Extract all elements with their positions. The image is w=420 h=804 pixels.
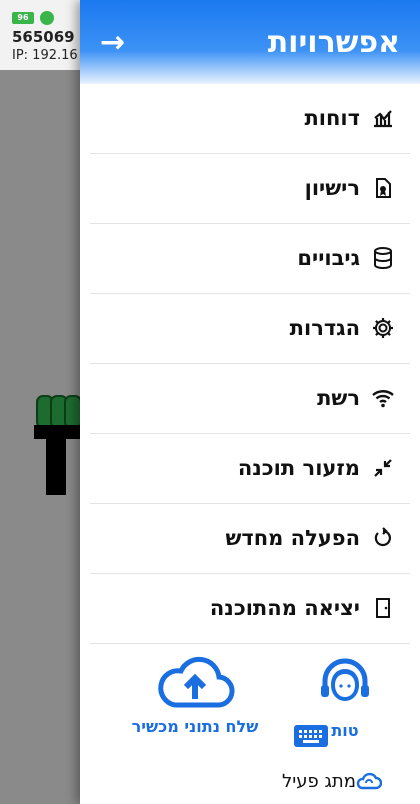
support-label: טות [331, 721, 359, 740]
menu-item-label: הגדרות [289, 316, 360, 340]
active-switch-label: מתג פעיל [282, 770, 356, 792]
background-status-area: 96 565069 IP: 192.16 [0, 0, 80, 70]
drawer-actions: שלח נתוני מכשיר טות [80, 655, 420, 755]
reports-chart-icon [370, 105, 396, 131]
app-logo [34, 395, 82, 497]
device-id-text: 565069 [12, 28, 75, 46]
cloud-upload-icon [158, 656, 235, 708]
exit-icon [370, 595, 396, 621]
options-menu: דוחות רישיון גיבויים הגדרות רשת מזעור תו… [80, 84, 420, 644]
database-backup-icon [370, 245, 396, 271]
support-button[interactable]: טות [290, 655, 400, 747]
drawer-header: אפשרויות → [80, 0, 420, 84]
menu-item-license[interactable]: רישיון [90, 154, 410, 224]
menu-item-label: רישיון [304, 176, 360, 200]
cloud-sync-icon [356, 772, 382, 790]
menu-item-label: יציאה מהתוכנה [209, 596, 360, 620]
back-arrow-icon[interactable]: → [100, 25, 125, 60]
gear-icon [370, 315, 396, 341]
ip-text: IP: 192.16 [12, 48, 78, 63]
send-device-data-button[interactable]: שלח נתוני מכשיר [120, 655, 270, 736]
active-switch-status: מתג פעיל [272, 770, 382, 792]
menu-item-settings[interactable]: הגדרות [90, 294, 410, 364]
minimize-icon [370, 455, 396, 481]
menu-item-minimize[interactable]: מזעור תוכנה [90, 434, 410, 504]
keyboard-icon[interactable] [294, 725, 328, 747]
restart-icon [370, 525, 396, 551]
options-drawer: אפשרויות → דוחות רישיון גיבויים הגדרות ר… [80, 0, 420, 804]
menu-item-exit[interactable]: יציאה מהתוכנה [90, 574, 410, 644]
menu-item-label: גיבויים [297, 246, 360, 270]
menu-item-reports[interactable]: דוחות [90, 84, 410, 154]
support-agent-icon [321, 658, 369, 701]
menu-item-backups[interactable]: גיבויים [90, 224, 410, 294]
drawer-title: אפשרויות [267, 24, 400, 60]
globe-icon [40, 11, 54, 25]
menu-item-label: מזעור תוכנה [237, 456, 360, 480]
license-document-icon [370, 175, 396, 201]
logo-stem [46, 435, 66, 495]
menu-item-label: רשת [317, 386, 360, 410]
menu-item-restart[interactable]: הפעלה מחדש [90, 504, 410, 574]
battery-icon: 96 [12, 12, 34, 24]
send-device-data-label: שלח נתוני מכשיר [131, 717, 259, 736]
wifi-icon [370, 385, 396, 411]
menu-item-network[interactable]: רשת [90, 364, 410, 434]
menu-item-label: הפעלה מחדש [225, 526, 360, 550]
menu-item-label: דוחות [304, 106, 360, 130]
